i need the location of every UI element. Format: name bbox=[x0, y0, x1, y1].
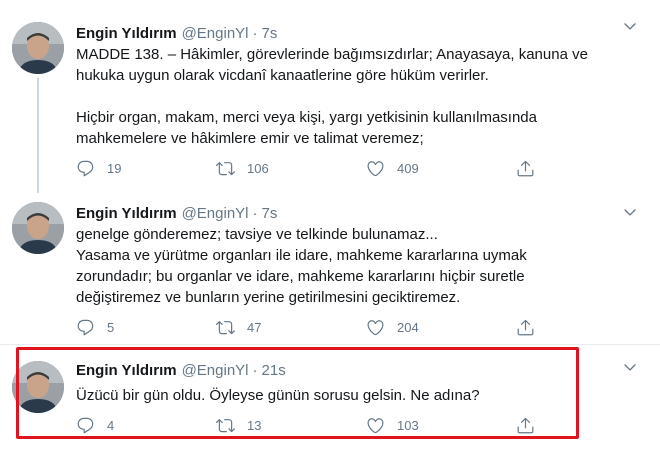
timestamp[interactable]: 7s bbox=[262, 205, 278, 222]
reply-count: 4 bbox=[107, 417, 115, 433]
thread-line bbox=[37, 78, 39, 193]
tweet-1[interactable]: Engin Yıldırım @EnginYl · 7s MADDE 138. … bbox=[0, 0, 660, 193]
retweet-count: 47 bbox=[247, 319, 262, 335]
share-button[interactable] bbox=[516, 315, 535, 339]
reply-button[interactable]: 19 bbox=[76, 156, 121, 180]
timestamp[interactable]: 21s bbox=[262, 362, 286, 379]
like-count: 409 bbox=[397, 160, 419, 176]
tweet-header: Engin Yıldırım @EnginYl · 7s bbox=[76, 22, 277, 44]
retweet-button[interactable]: 106 bbox=[216, 156, 269, 180]
like-button[interactable]: 204 bbox=[366, 315, 419, 339]
chevron-down-icon[interactable] bbox=[622, 204, 638, 220]
tweet-actions: 5 47 204 bbox=[76, 315, 546, 339]
like-count: 204 bbox=[397, 319, 419, 335]
retweet-count: 106 bbox=[247, 160, 269, 176]
author-name[interactable]: Engin Yıldırım bbox=[76, 362, 177, 379]
share-button[interactable] bbox=[516, 413, 535, 437]
tweet-2[interactable]: Engin Yıldırım @EnginYl · 7s genelge gön… bbox=[0, 192, 660, 344]
share-icon bbox=[516, 159, 535, 178]
separator-dot: · bbox=[252, 361, 258, 379]
avatar[interactable] bbox=[12, 361, 64, 413]
like-button[interactable]: 103 bbox=[366, 413, 419, 437]
tweet-3[interactable]: Engin Yıldırım @EnginYl · 21s Üzücü bir … bbox=[0, 345, 660, 450]
retweet-icon bbox=[216, 318, 235, 337]
reply-button[interactable]: 4 bbox=[76, 413, 114, 437]
reply-icon bbox=[76, 318, 95, 337]
retweet-count: 13 bbox=[247, 417, 262, 433]
reply-count: 19 bbox=[107, 160, 122, 176]
tweet-text: MADDE 138. – Hâkimler, görevlerinde bağı… bbox=[76, 46, 588, 147]
like-button[interactable]: 409 bbox=[366, 156, 419, 180]
heart-icon bbox=[366, 318, 385, 337]
author-handle[interactable]: @EnginYl bbox=[182, 205, 249, 222]
tweet-actions: 4 13 103 bbox=[76, 413, 546, 437]
author-handle[interactable]: @EnginYl bbox=[182, 25, 249, 42]
reply-icon bbox=[76, 159, 95, 178]
author-name[interactable]: Engin Yıldırım bbox=[76, 25, 177, 42]
chevron-down-icon[interactable] bbox=[622, 18, 638, 34]
retweet-button[interactable]: 47 bbox=[216, 315, 261, 339]
author-handle[interactable]: @EnginYl bbox=[182, 362, 249, 379]
heart-icon bbox=[366, 159, 385, 178]
author-name[interactable]: Engin Yıldırım bbox=[76, 205, 177, 222]
tweet-actions: 19 106 409 bbox=[76, 156, 546, 180]
retweet-icon bbox=[216, 416, 235, 435]
reply-icon bbox=[76, 416, 95, 435]
tweet-text: Üzücü bir gün oldu. Öyleyse günün sorusu… bbox=[76, 387, 480, 404]
like-count: 103 bbox=[397, 417, 419, 433]
share-icon bbox=[516, 416, 535, 435]
heart-icon bbox=[366, 416, 385, 435]
separator-dot: · bbox=[252, 24, 258, 42]
avatar[interactable] bbox=[12, 22, 64, 74]
share-icon bbox=[516, 318, 535, 337]
reply-count: 5 bbox=[107, 319, 115, 335]
avatar[interactable] bbox=[12, 202, 64, 254]
share-button[interactable] bbox=[516, 156, 535, 180]
chevron-down-icon[interactable] bbox=[622, 359, 638, 375]
separator-dot: · bbox=[252, 204, 258, 222]
tweet-header: Engin Yıldırım @EnginYl · 21s bbox=[76, 359, 286, 381]
retweet-icon bbox=[216, 159, 235, 178]
retweet-button[interactable]: 13 bbox=[216, 413, 261, 437]
tweet-text: genelge gönderemez; tavsiye ve telkinde … bbox=[76, 226, 527, 306]
timestamp[interactable]: 7s bbox=[262, 25, 278, 42]
tweet-header: Engin Yıldırım @EnginYl · 7s bbox=[76, 202, 277, 224]
reply-button[interactable]: 5 bbox=[76, 315, 114, 339]
